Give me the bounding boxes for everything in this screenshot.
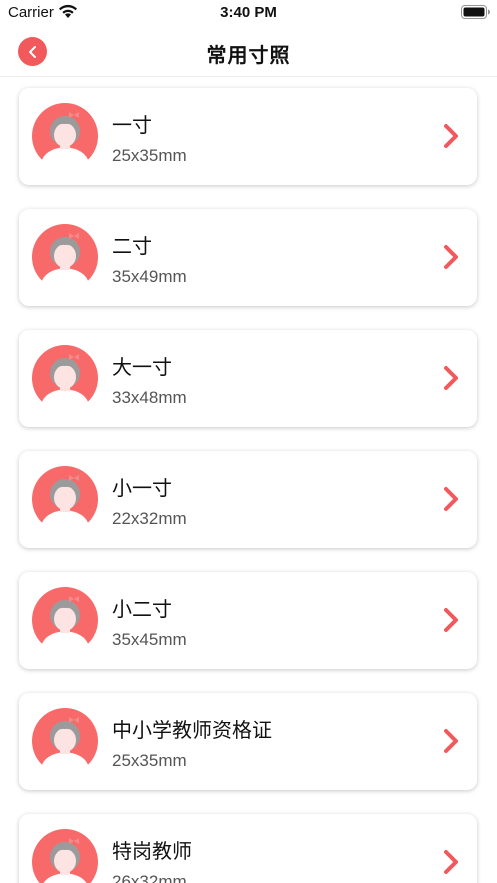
status-bar: Carrier 3:40 PM xyxy=(0,0,497,26)
avatar-icon xyxy=(32,224,98,290)
chevron-right-icon xyxy=(444,124,458,148)
item-title: 中小学教师资格证 xyxy=(112,720,272,742)
nav-bar: 常用寸照 xyxy=(0,26,497,77)
list-item[interactable]: 一寸 25x35mm xyxy=(19,88,477,185)
item-size: 26x32mm xyxy=(112,872,187,883)
list-item[interactable]: 中小学教师资格证 25x35mm xyxy=(19,693,477,790)
chevron-right-icon xyxy=(444,729,458,753)
item-title: 小二寸 xyxy=(112,599,172,621)
item-size: 35x45mm xyxy=(112,630,187,649)
chevron-right-icon xyxy=(444,366,458,390)
avatar-icon xyxy=(32,103,98,169)
item-title: 大一寸 xyxy=(112,357,172,379)
chevron-right-icon xyxy=(444,608,458,632)
list-item[interactable]: 特岗教师 26x32mm xyxy=(19,814,477,883)
battery-icon xyxy=(461,5,490,19)
chevron-right-icon xyxy=(444,487,458,511)
clock: 3:40 PM xyxy=(220,4,277,21)
avatar-icon xyxy=(32,345,98,411)
item-size: 25x35mm xyxy=(112,751,187,770)
item-title: 二寸 xyxy=(112,236,152,258)
avatar-icon xyxy=(32,829,98,883)
chevron-right-icon xyxy=(444,245,458,269)
list-item[interactable]: 小一寸 22x32mm xyxy=(19,451,477,548)
avatar-icon xyxy=(32,708,98,774)
item-size: 25x35mm xyxy=(112,146,187,165)
item-size: 33x48mm xyxy=(112,388,187,407)
list-item[interactable]: 大一寸 33x48mm xyxy=(19,330,477,427)
item-title: 一寸 xyxy=(112,115,152,137)
item-size: 35x49mm xyxy=(112,267,187,286)
list-item[interactable]: 小二寸 35x45mm xyxy=(19,572,477,669)
item-size: 22x32mm xyxy=(112,509,187,528)
chevron-right-icon xyxy=(444,850,458,874)
item-title: 小一寸 xyxy=(112,478,172,500)
page-title: 常用寸照 xyxy=(206,45,291,67)
item-title: 特岗教师 xyxy=(112,841,192,863)
avatar-icon xyxy=(32,466,98,532)
list-item[interactable]: 二寸 35x49mm xyxy=(19,209,477,306)
avatar-icon xyxy=(32,587,98,653)
photo-size-list: 一寸 25x35mm 二寸 35x49mm 大一寸 33x48mm 小一寸 22… xyxy=(0,77,497,883)
